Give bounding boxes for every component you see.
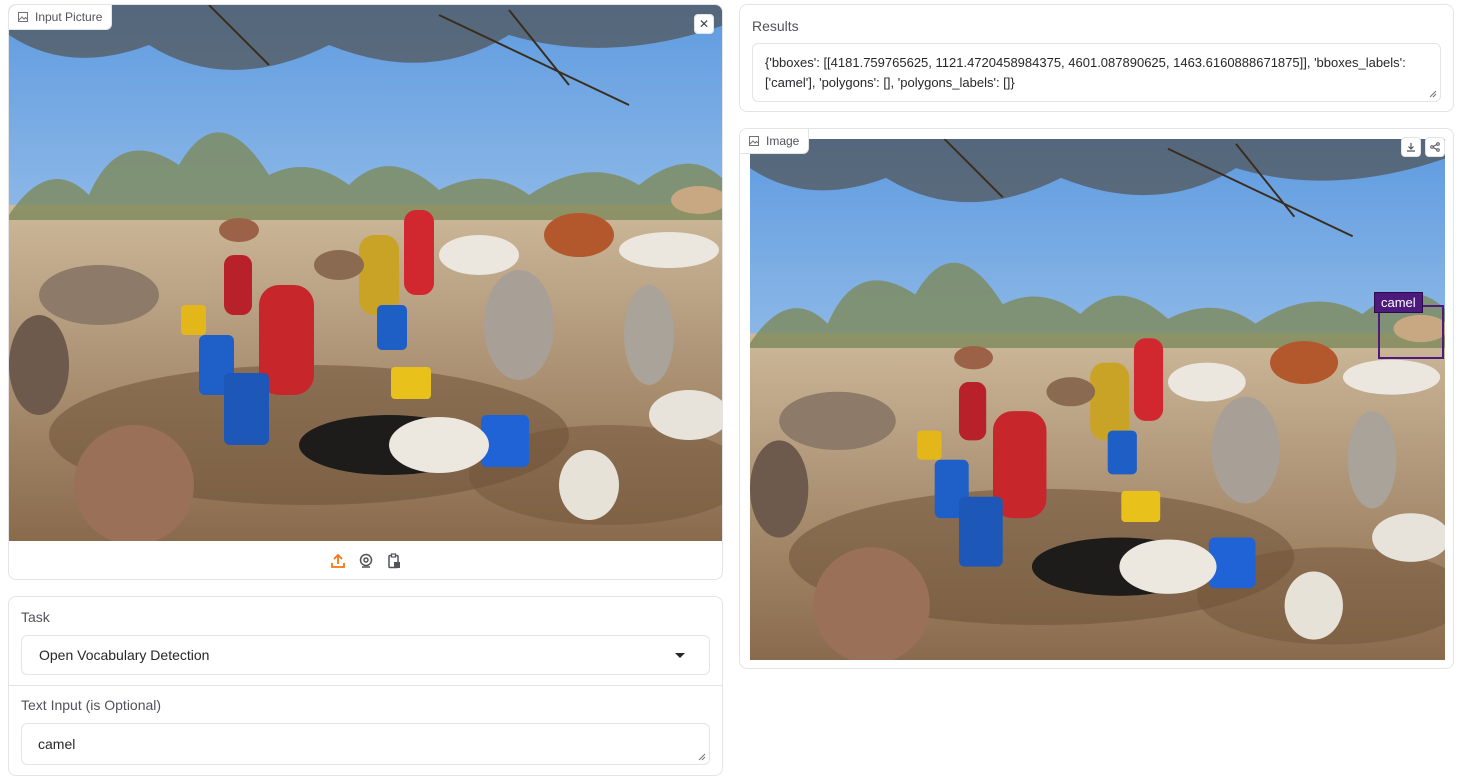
results-text: {'bboxes': [[4181.759765625, 1121.472045… xyxy=(765,55,1406,90)
task-label: Task xyxy=(21,609,50,625)
results-textbox[interactable]: {'bboxes': [[4181.759765625, 1121.472045… xyxy=(752,43,1441,102)
image-source-bar xyxy=(9,541,722,579)
input-photo[interactable] xyxy=(9,5,723,541)
results-panel: Results {'bboxes': [[4181.759765625, 112… xyxy=(739,4,1454,112)
detection-label: camel xyxy=(1374,292,1423,313)
download-icon xyxy=(1407,143,1415,152)
output-photo xyxy=(750,139,1445,660)
chevron-down-icon xyxy=(675,653,685,658)
resize-grip-icon[interactable] xyxy=(698,753,706,761)
output-image-label: Image xyxy=(766,134,800,148)
results-label: Results xyxy=(752,18,799,34)
output-toolbar xyxy=(1401,137,1445,157)
clear-image-button[interactable]: ✕ xyxy=(694,14,714,34)
task-selected-value: Open Vocabulary Detection xyxy=(39,647,210,663)
divider xyxy=(9,685,722,686)
share-button[interactable] xyxy=(1425,137,1445,157)
image-icon xyxy=(18,12,28,22)
text-input-label: Text Input (is Optional) xyxy=(21,697,162,713)
output-image-panel: Image xyxy=(739,128,1454,669)
download-button[interactable] xyxy=(1401,137,1421,157)
share-icon xyxy=(1430,142,1440,152)
image-icon xyxy=(749,136,759,146)
resize-grip-icon[interactable] xyxy=(1429,90,1437,98)
input-picture-tag: Input Picture xyxy=(9,5,113,30)
detection-bounding-box xyxy=(1378,305,1444,359)
clipboard-icon[interactable] xyxy=(385,552,403,570)
text-input-value: camel xyxy=(38,736,76,752)
close-icon: ✕ xyxy=(698,17,710,31)
input-picture-panel: Input Picture ✕ xyxy=(8,4,723,580)
input-picture-label: Input Picture xyxy=(35,10,103,24)
task-panel: Task Open Vocabulary Detection Text Inpu… xyxy=(8,596,723,776)
webcam-icon[interactable] xyxy=(357,552,375,570)
text-input-field[interactable]: camel xyxy=(21,723,710,765)
upload-icon[interactable] xyxy=(329,552,347,570)
task-dropdown[interactable]: Open Vocabulary Detection xyxy=(21,635,710,675)
output-image-tag: Image xyxy=(740,129,810,154)
